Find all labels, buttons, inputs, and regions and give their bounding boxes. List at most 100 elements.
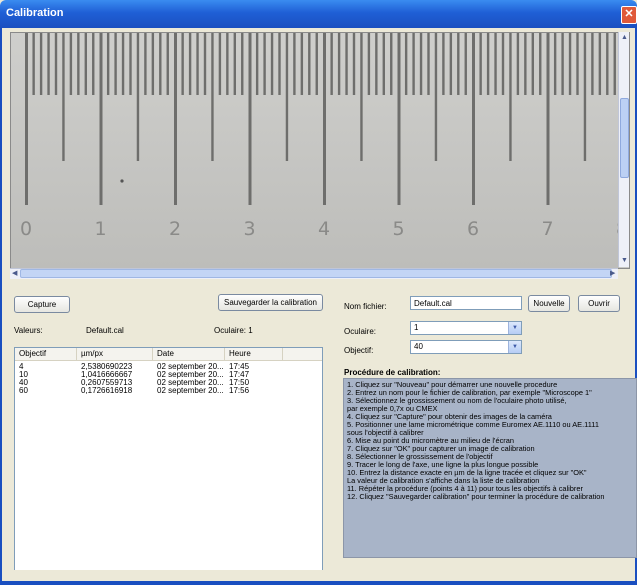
ruler-tick (255, 33, 259, 95)
ruler-tick (270, 33, 274, 95)
ruler-tick (300, 33, 304, 95)
ruler-tick (524, 33, 527, 95)
save-calibration-button[interactable]: Sauvegarder la calibration (218, 294, 323, 311)
row-objective: 4 (19, 363, 24, 371)
ruler-tick (136, 33, 140, 161)
ruler-number: 6 (467, 218, 479, 240)
eyepiece-select-value: 1 (414, 323, 419, 332)
row-um-per-px: 2,5380690223 (81, 363, 133, 371)
ruler-tick (583, 33, 587, 161)
vertical-scroll-thumb[interactable] (620, 98, 629, 178)
table-row[interactable]: 4 2,5380690223 02 september 20... 17:45 (15, 363, 322, 371)
camera-image-view: 012345678 (10, 32, 630, 269)
row-date: 02 september 20... (157, 387, 224, 395)
close-button[interactable]: ✕ (621, 6, 637, 24)
ruler-tick (337, 33, 341, 95)
row-time: 17:56 (229, 387, 250, 395)
ruler-tick (427, 33, 430, 95)
ruler-tick (330, 33, 333, 95)
eyepiece-label: Oculaire: (344, 327, 377, 336)
micrometer-ruler-image: 012345678 (11, 33, 628, 268)
ruler-tick (84, 33, 87, 95)
ruler-tick (367, 33, 371, 95)
ruler-tick (576, 33, 579, 95)
ruler-tick (345, 33, 348, 95)
ruler-tick (531, 33, 534, 95)
ruler-tick (472, 33, 475, 205)
ruler-tick (323, 33, 326, 205)
ruler-number: 2 (169, 218, 181, 240)
horizontal-scroll-thumb[interactable] (20, 269, 612, 278)
ruler-tick (382, 33, 385, 95)
capture-button[interactable]: Capture (14, 296, 70, 313)
row-objective: 60 (19, 387, 28, 395)
row-objective: 10 (19, 371, 28, 379)
ruler-number: 4 (318, 218, 330, 240)
scroll-up-arrow-icon[interactable]: ▲ (621, 34, 628, 41)
objective-select[interactable]: 40 ▼ (410, 340, 522, 354)
ruler-tick (166, 33, 169, 95)
procedure-step: 12. Cliquez "Sauvegarder calibration" po… (347, 492, 605, 501)
ruler-tick (121, 33, 125, 95)
column-header-date[interactable]: Date (153, 348, 225, 360)
ruler-tick (188, 33, 192, 95)
ruler-tick (233, 33, 236, 95)
row-date: 02 september 20... (157, 363, 224, 371)
filename-label: Nom fichier: (344, 302, 387, 311)
ruler-tick (218, 33, 222, 95)
values-file-name: Default.cal (86, 326, 124, 335)
column-header-objective[interactable]: Objectif (15, 348, 77, 360)
calibration-list[interactable]: Objectif µm/px Date Heure 4 2,5380690223… (14, 347, 323, 572)
column-header-time[interactable]: Heure (225, 348, 283, 360)
ruler-tick (77, 33, 80, 95)
ruler-tick (159, 33, 162, 95)
table-row[interactable]: 10 1,0416666667 02 september 20... 17:47 (15, 371, 322, 379)
title-bar: Calibration ✕ (0, 0, 637, 28)
open-button[interactable]: Ouvrir (578, 295, 620, 312)
ruler-tick (390, 33, 393, 95)
table-row[interactable]: 40 0,2607559713 02 september 20... 17:50 (15, 379, 322, 387)
ruler-tick (442, 33, 445, 95)
ruler-tick (174, 33, 177, 205)
ruler-tick (54, 33, 58, 95)
ruler-tick (457, 33, 460, 95)
ruler-tick (47, 33, 50, 95)
chevron-down-icon[interactable]: ▼ (508, 322, 521, 334)
scroll-right-arrow-icon[interactable]: ▶ (610, 269, 615, 277)
ruler-tick (211, 33, 214, 161)
ruler-tick (92, 33, 95, 95)
ruler-number: 5 (392, 218, 404, 240)
ruler-tick (106, 33, 110, 95)
new-button[interactable]: Nouvelle (528, 295, 570, 312)
ruler-tick (375, 33, 378, 95)
eyepiece-select[interactable]: 1 ▼ (410, 321, 522, 335)
ruler-tick (464, 33, 467, 95)
filename-input[interactable]: Default.cal (410, 296, 522, 310)
ruler-number: 3 (243, 218, 255, 240)
ruler-tick (449, 33, 453, 95)
scroll-down-arrow-icon[interactable]: ▼ (621, 257, 628, 264)
scroll-left-arrow-icon[interactable]: ◀ (12, 269, 17, 277)
list-header: Objectif µm/px Date Heure (15, 348, 322, 361)
table-row[interactable]: 60 0,1726616918 02 september 20... 17:56 (15, 387, 322, 395)
row-time: 17:45 (229, 363, 250, 371)
chevron-down-icon[interactable]: ▼ (508, 341, 521, 353)
ruler-tick (561, 33, 564, 95)
ruler-tick (404, 33, 408, 95)
ruler-tick (509, 33, 512, 161)
ruler-tick (203, 33, 207, 95)
ruler-number: 7 (541, 218, 553, 240)
ruler-tick (591, 33, 594, 95)
ruler-tick (285, 33, 289, 161)
column-header-um-per-px[interactable]: µm/px (77, 348, 153, 360)
ruler-tick (598, 33, 602, 95)
ruler-tick (315, 33, 318, 95)
row-date: 02 september 20... (157, 371, 224, 379)
ruler-tick (181, 33, 184, 95)
ruler-tick (99, 33, 103, 205)
ruler-tick (419, 33, 423, 95)
ruler-tick (553, 33, 557, 95)
ruler-tick (293, 33, 296, 95)
ruler-tick (516, 33, 520, 95)
ruler-tick (69, 33, 73, 95)
